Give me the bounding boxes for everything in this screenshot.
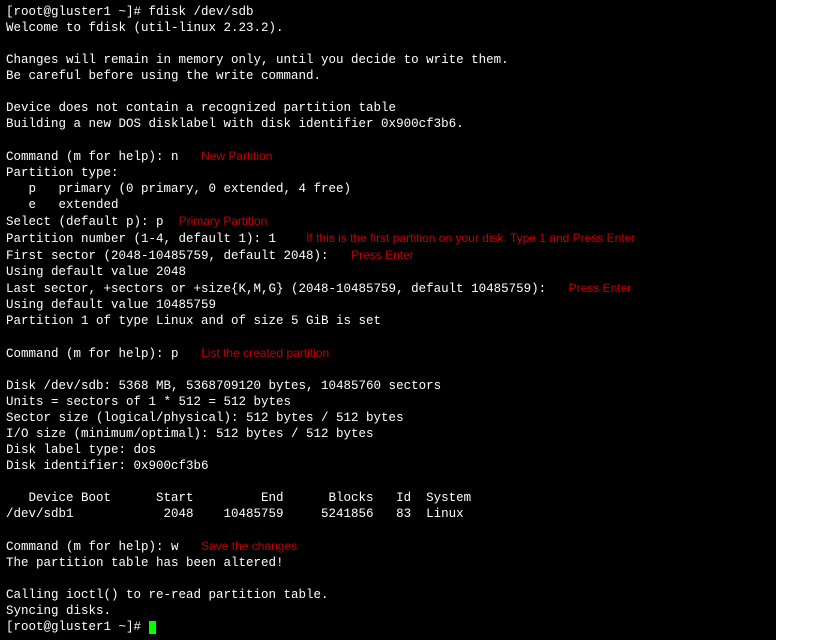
annotation-save-changes: Save the changes — [201, 539, 297, 553]
select-prompt: Select (default p): — [6, 215, 156, 229]
partition-table-row: /dev/sdb1 2048 10485759 5241856 83 Linux — [6, 506, 770, 522]
terminal-window[interactable]: [root@gluster1 ~]# fdisk /dev/sdbWelcome… — [0, 0, 776, 640]
line-partition-type: Partition type: — [6, 165, 770, 181]
line-disk-info-3: Sector size (logical/physical): 512 byte… — [6, 410, 770, 426]
line-prompt-2: [root@gluster1 ~]# — [6, 619, 770, 635]
annotation-press-enter-2: Press Enter — [569, 281, 632, 295]
line-using-default-2: Using default value 10485759 — [6, 297, 770, 313]
line-disk-info-6: Disk identifier: 0x900cf3b6 — [6, 458, 770, 474]
line-last-sector: Last sector, +sectors or +size{K,M,G} (2… — [6, 280, 770, 297]
annotation-first-partition: If this is the first partition on your d… — [306, 231, 635, 245]
line-calling-ioctl: Calling ioctl() to re-read partition tab… — [6, 587, 770, 603]
line-disk-info-1: Disk /dev/sdb: 5368 MB, 5368709120 bytes… — [6, 378, 770, 394]
blank-line — [6, 571, 770, 587]
fdisk-command: fdisk /dev/sdb — [149, 5, 254, 19]
cmd-prompt: Command (m for help): — [6, 347, 171, 361]
cmd-n-input: n — [171, 150, 179, 164]
select-p-input: p — [156, 215, 164, 229]
blank-line — [6, 84, 770, 100]
cmd-w-input: w — [171, 540, 179, 554]
blank-line — [6, 522, 770, 538]
line-changes-2: Be careful before using the write comman… — [6, 68, 770, 84]
line-ptype-primary: p primary (0 primary, 0 extended, 4 free… — [6, 181, 770, 197]
annotation-primary-partition: Primary Partition — [179, 214, 268, 228]
line-table-altered: The partition table has been altered! — [6, 555, 770, 571]
line-partition-number: Partition number (1-4, default 1): 1 If … — [6, 230, 770, 247]
blank-line — [6, 474, 770, 490]
first-sector-prompt: First sector (2048-10485759, default 204… — [6, 249, 336, 263]
shell-prompt: [root@gluster1 ~]# — [6, 5, 149, 19]
line-disk-info-4: I/O size (minimum/optimal): 512 bytes / … — [6, 426, 770, 442]
line-changes-1: Changes will remain in memory only, unti… — [6, 52, 770, 68]
cmd-prompt: Command (m for help): — [6, 540, 171, 554]
blank-line — [6, 36, 770, 52]
cmd-prompt: Command (m for help): — [6, 150, 171, 164]
blank-line — [6, 329, 770, 345]
line-partition-set: Partition 1 of type Linux and of size 5 … — [6, 313, 770, 329]
line-select-p: Select (default p): p Primary Partition — [6, 213, 770, 230]
line-syncing-disks: Syncing disks. — [6, 603, 770, 619]
line-welcome: Welcome to fdisk (util-linux 2.23.2). — [6, 20, 770, 36]
line-cmd-n: Command (m for help): n New Partition — [6, 148, 770, 165]
line-cmd-p: Command (m for help): p List the created… — [6, 345, 770, 362]
cmd-p-input: p — [171, 347, 179, 361]
line-prompt-1: [root@gluster1 ~]# fdisk /dev/sdb — [6, 4, 770, 20]
line-first-sector: First sector (2048-10485759, default 204… — [6, 247, 770, 264]
blank-line — [6, 132, 770, 148]
line-cmd-w: Command (m for help): w Save the changes — [6, 538, 770, 555]
line-ptype-extended: e extended — [6, 197, 770, 213]
line-dev-1: Device does not contain a recognized par… — [6, 100, 770, 116]
blank-line — [6, 362, 770, 378]
line-dev-2: Building a new DOS disklabel with disk i… — [6, 116, 770, 132]
annotation-list-partition: List the created partition — [201, 346, 329, 360]
shell-prompt: [root@gluster1 ~]# — [6, 620, 149, 634]
annotation-new-partition: New Partition — [201, 149, 272, 163]
line-using-default-1: Using default value 2048 — [6, 264, 770, 280]
last-sector-prompt: Last sector, +sectors or +size{K,M,G} (2… — [6, 282, 554, 296]
annotation-press-enter-1: Press Enter — [351, 248, 414, 262]
cursor-block — [149, 621, 156, 634]
line-disk-info-5: Disk label type: dos — [6, 442, 770, 458]
partition-table-header: Device Boot Start End Blocks Id System — [6, 490, 770, 506]
partnum-prompt: Partition number (1-4, default 1): — [6, 232, 269, 246]
line-disk-info-2: Units = sectors of 1 * 512 = 512 bytes — [6, 394, 770, 410]
partnum-input: 1 — [269, 232, 277, 246]
